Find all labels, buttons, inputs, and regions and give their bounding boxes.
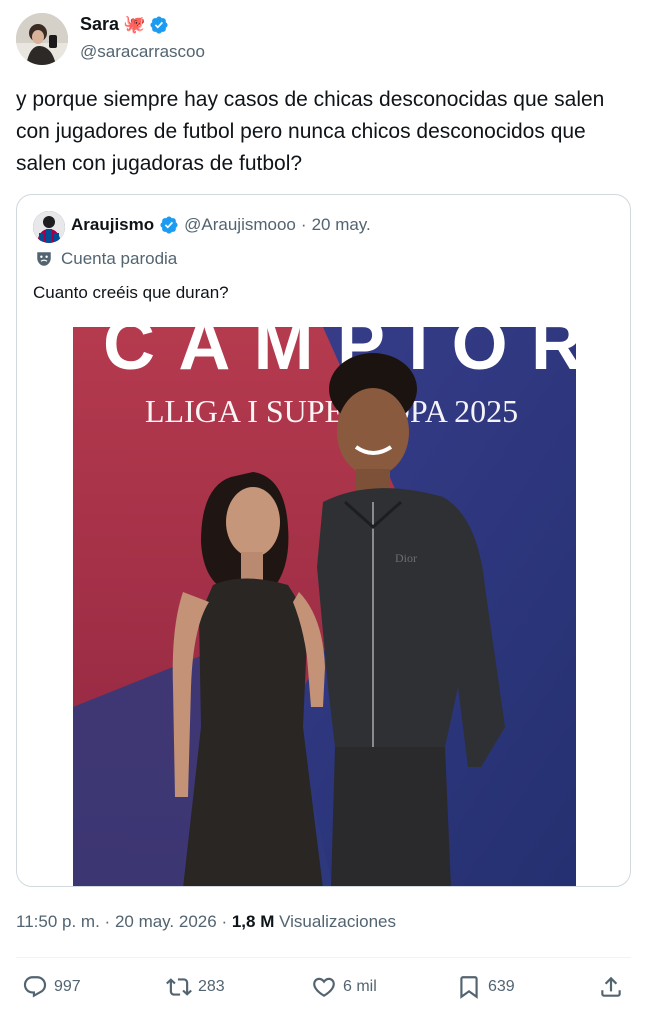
theater-mask-icon (37, 252, 51, 266)
quote-text: Cuanto creéis que duran? (33, 283, 229, 302)
author-avatar[interactable] (16, 13, 68, 65)
author-name-row: Sara 🐙 (80, 14, 169, 35)
share-button[interactable] (598, 974, 624, 1000)
repost-count: 283 (198, 978, 225, 995)
quote-author-name[interactable]: Araujismo (71, 215, 154, 235)
octopus-emoji-icon: 🐙 (123, 14, 146, 34)
reply-count: 997 (54, 978, 81, 995)
parody-label: Cuenta parodia (35, 249, 177, 269)
author-name[interactable]: Sara (80, 14, 119, 35)
parody-label-text: Cuenta parodia (61, 249, 178, 268)
repost-button[interactable]: 283 (166, 974, 225, 1000)
heart-icon (313, 977, 335, 997)
verified-badge-icon (150, 15, 169, 34)
quote-separator: · (300, 215, 307, 234)
tweet-text: y porque siempre hay casos de chicas des… (16, 88, 605, 175)
bookmark-icon (460, 976, 478, 999)
views-count[interactable]: 1,8 M (232, 912, 275, 931)
tweet-date[interactable]: 20 may. 2026 (115, 912, 217, 931)
verified-badge-icon (160, 216, 178, 234)
like-button[interactable]: 6 mil (311, 974, 377, 1000)
views-label[interactable]: Visualizaciones (279, 912, 396, 931)
bookmark-count: 639 (488, 978, 515, 995)
repost-icon (166, 978, 192, 996)
author-handle[interactable]: @saracarrascoo (80, 42, 205, 62)
meta-separator: · (104, 912, 111, 931)
reply-button[interactable]: 997 (22, 974, 81, 1000)
quoted-tweet[interactable]: Araujismo @Araujismooo · 20 may. Cuenta … (16, 194, 631, 887)
action-bar: 997 283 6 mil 639 (16, 974, 631, 1006)
reply-icon (23, 976, 47, 998)
bookmark-button[interactable]: 639 (456, 974, 515, 1000)
like-count: 6 mil (343, 978, 377, 995)
quote-header: Araujismo @Araujismooo · 20 may. (71, 215, 371, 235)
share-icon (601, 976, 621, 997)
tweet-time[interactable]: 11:50 p. m. (16, 912, 100, 931)
quote-photo[interactable]: CAMPIOR LLIGA I SUPERCOPA 2025 Dior (73, 327, 576, 886)
meta-separator: · (221, 912, 228, 931)
divider (16, 957, 631, 958)
quote-date[interactable]: 20 may. (312, 215, 371, 235)
quote-author-handle[interactable]: @Araujismooo (184, 215, 296, 235)
quote-author-avatar[interactable] (33, 211, 65, 243)
jacket-brand-text: Dior (395, 551, 417, 565)
tweet-meta: 11:50 p. m. · 20 may. 2026 · 1,8 M Visua… (16, 912, 396, 932)
